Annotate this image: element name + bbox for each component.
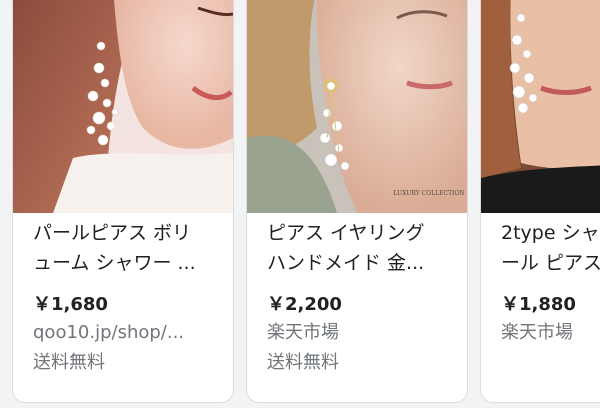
product-card[interactable]: パールピアス ボリ ューム シャワー ... ￥1,680 qoo10.jp/s… bbox=[13, 0, 233, 402]
product-price: ￥2,200 bbox=[267, 294, 342, 315]
shopping-results-carousel: パールピアス ボリ ューム シャワー ... ￥1,680 qoo10.jp/s… bbox=[0, 0, 600, 408]
product-title[interactable]: ピアス イヤリング ハンドメイド 金... bbox=[267, 218, 467, 278]
product-source: qoo10.jp/shop/... bbox=[33, 322, 185, 343]
product-image[interactable] bbox=[481, 0, 600, 213]
product-price: ￥1,880 bbox=[501, 294, 576, 315]
product-source: 楽天市場 bbox=[501, 322, 573, 343]
product-card[interactable]: 2type シャ ール ピアス ￥1,880 楽天市場 bbox=[481, 0, 600, 402]
shipping-info: 送料無料 bbox=[33, 352, 105, 373]
product-card[interactable]: LUXURY COLLECTION ピアス イヤリング ハンドメイド 金... … bbox=[247, 0, 467, 402]
product-source: 楽天市場 bbox=[267, 322, 339, 343]
product-image[interactable]: LUXURY COLLECTION bbox=[247, 0, 467, 213]
product-title[interactable]: パールピアス ボリ ューム シャワー ... bbox=[33, 218, 233, 278]
watermark-text: LUXURY COLLECTION bbox=[393, 190, 464, 197]
shipping-info: 送料無料 bbox=[267, 352, 339, 373]
product-price: ￥1,680 bbox=[33, 294, 108, 315]
product-image[interactable] bbox=[13, 0, 233, 213]
product-title[interactable]: 2type シャ ール ピアス bbox=[501, 218, 600, 278]
